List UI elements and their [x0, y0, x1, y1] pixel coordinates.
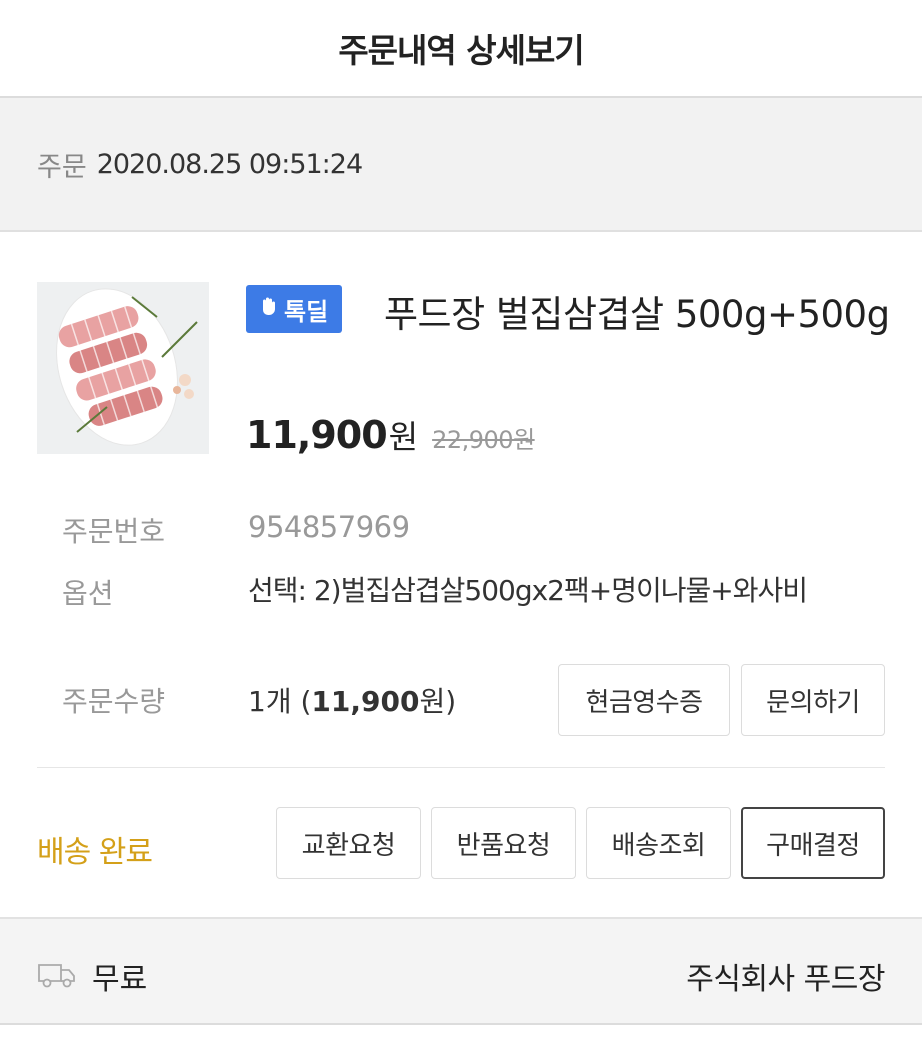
truck-icon — [37, 959, 77, 989]
quantity-prefix: 1개 ( — [248, 685, 312, 718]
order-datetime: 2020.08.25 09:51:24 — [96, 148, 363, 180]
pork-belly-image — [37, 282, 209, 454]
product-image[interactable] — [37, 282, 209, 454]
delivery-status: 배송 완료 — [37, 835, 153, 870]
order-date-bar: 주문 2020.08.25 09:51:24 — [0, 98, 922, 232]
shipping-fee: 무료 — [92, 962, 148, 997]
badge-label: 톡딜 — [284, 297, 329, 326]
waving-hand-icon — [258, 295, 280, 323]
quantity-suffix: 원) — [419, 685, 457, 718]
product-name[interactable]: 푸드장 벌집삼겹살 500g+500g — [246, 286, 896, 344]
purchase-confirm-button[interactable]: 구매결정 — [741, 807, 885, 879]
order-number-label: 주문번호 — [62, 515, 166, 548]
divider — [37, 767, 885, 768]
quantity-amount: 11,900 — [311, 685, 420, 718]
quantity-value: 1개 (11,900원) — [248, 680, 456, 720]
sale-price-unit: 원 — [388, 418, 419, 456]
return-request-button[interactable]: 반품요청 — [431, 807, 576, 879]
tokdeal-badge: 톡딜 — [246, 285, 343, 333]
sale-price: 11,900 — [246, 413, 388, 457]
quantity-label: 주문수량 — [62, 685, 166, 718]
inquiry-button[interactable]: 문의하기 — [741, 664, 885, 736]
option-value: 선택: 2)벌집삼겹살500gx2팩+명이나물+와사비 — [248, 574, 808, 607]
price-row: 11,900 원 22,900원 — [246, 412, 535, 458]
original-price: 22,900원 — [432, 426, 535, 454]
cash-receipt-button[interactable]: 현금영수증 — [558, 664, 730, 736]
shipping-info-bar: 무료 주식회사 푸드장 — [0, 917, 922, 1025]
order-number: 954857969 — [248, 510, 410, 544]
page-header: 주문내역 상세보기 — [0, 0, 922, 98]
exchange-request-button[interactable]: 교환요청 — [276, 807, 421, 879]
order-label: 주문 — [37, 151, 87, 183]
seller-name[interactable]: 주식회사 푸드장 — [686, 954, 885, 998]
option-label: 옵션 — [62, 577, 114, 610]
page-title: 주문내역 상세보기 — [338, 31, 584, 70]
delivery-tracking-button[interactable]: 배송조회 — [586, 807, 731, 879]
